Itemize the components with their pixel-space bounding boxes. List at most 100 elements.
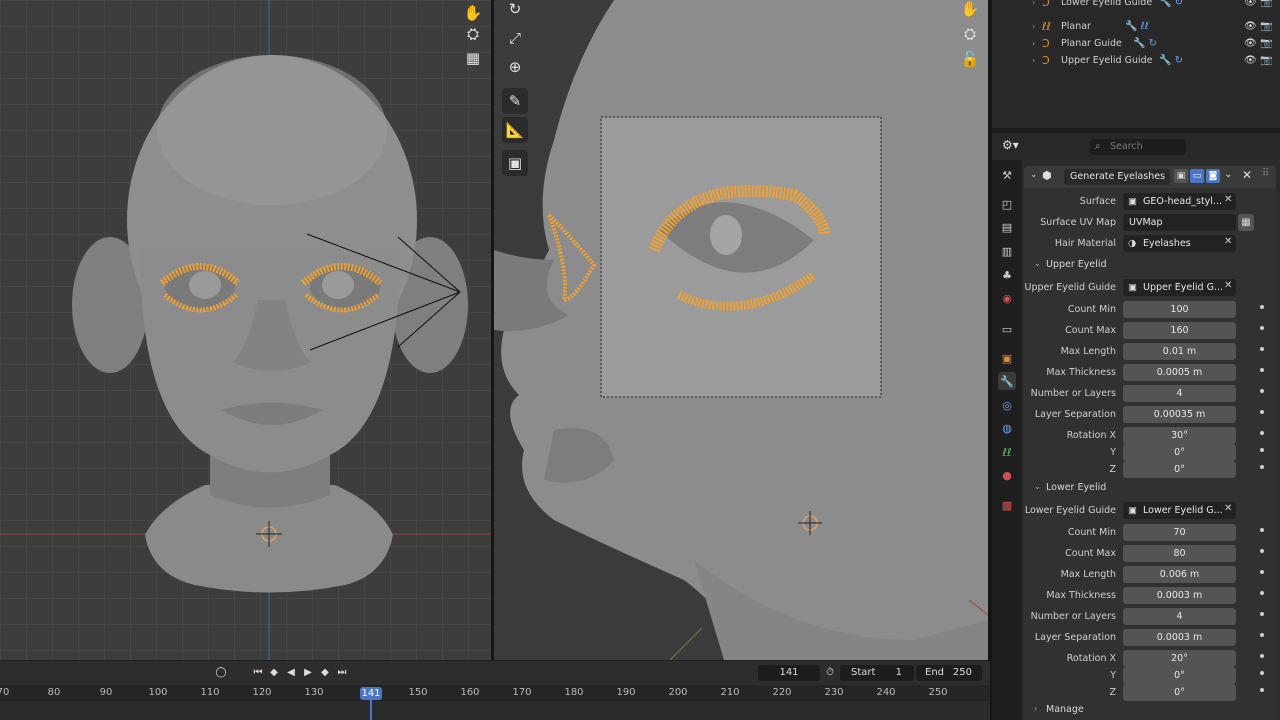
grid-view-icon[interactable]: ▦ bbox=[460, 45, 486, 71]
tool-tab-icon[interactable]: ⚒ bbox=[998, 166, 1016, 184]
scale-icon[interactable]: ⤢ bbox=[502, 25, 528, 51]
rotate-icon[interactable]: ↻ bbox=[502, 0, 528, 22]
property-value-field[interactable]: 100 bbox=[1123, 301, 1236, 318]
eye-icon[interactable]: 👁 bbox=[1244, 21, 1257, 32]
play-reverse-icon[interactable]: ◀ bbox=[283, 665, 299, 681]
property-value-field[interactable]: 0° bbox=[1123, 667, 1236, 684]
keyframe-dot-icon[interactable] bbox=[1260, 633, 1264, 637]
clear-icon[interactable]: ✕ bbox=[1224, 280, 1232, 291]
view-layer-tab-icon[interactable]: ▥ bbox=[998, 242, 1016, 260]
render-tab-icon[interactable]: ◰ bbox=[998, 195, 1016, 213]
physics-tab-icon[interactable]: ◍ bbox=[998, 419, 1016, 437]
modifier-tab-icon[interactable]: 🔧 bbox=[998, 372, 1016, 390]
drag-handle-icon[interactable]: ⠿ bbox=[1262, 168, 1269, 179]
property-value-field[interactable]: 0.0005 m bbox=[1123, 364, 1236, 381]
property-value-field[interactable]: 30° bbox=[1123, 427, 1236, 444]
render-camera-icon[interactable]: 📷 bbox=[1260, 21, 1272, 32]
eye-icon[interactable]: 👁 bbox=[1244, 0, 1257, 8]
edit-mode-toggle-icon[interactable]: ▣ bbox=[1174, 169, 1188, 183]
close-icon[interactable]: ✕ bbox=[1242, 168, 1252, 182]
hand-pan-icon[interactable]: ✋ bbox=[957, 0, 983, 22]
play-icon[interactable]: ▶ bbox=[300, 665, 316, 681]
collection-tab-icon[interactable]: ▭ bbox=[998, 320, 1016, 338]
lower-guide-field[interactable]: ▣ Lower Eyelid G... bbox=[1123, 502, 1236, 519]
eye-icon[interactable]: 👁 bbox=[1244, 55, 1257, 66]
keyframe-dot-icon[interactable] bbox=[1260, 570, 1264, 574]
outliner-item[interactable]: › Ↄ Planar Guide 🔧 ↻ 👁 📷 bbox=[992, 35, 1280, 52]
upper-guide-field[interactable]: ▣ Upper Eyelid G... bbox=[1123, 279, 1236, 296]
expand-icon[interactable]: › bbox=[1032, 0, 1035, 7]
keyframe-dot-icon[interactable] bbox=[1260, 389, 1264, 393]
properties-search-input[interactable]: ⌕ Search bbox=[1090, 139, 1186, 155]
expand-icon[interactable]: › bbox=[1032, 22, 1035, 31]
keyframe-dot-icon[interactable] bbox=[1260, 368, 1264, 372]
property-value-field[interactable]: 0.0003 m bbox=[1123, 629, 1236, 646]
keyframe-dot-icon[interactable] bbox=[1260, 448, 1264, 452]
keyframe-dot-icon[interactable] bbox=[1260, 347, 1264, 351]
start-frame-field[interactable]: Start 1 bbox=[840, 665, 914, 681]
dropdown-icon[interactable]: ⌄ bbox=[1224, 169, 1232, 180]
manage-section[interactable]: › Manage bbox=[1024, 699, 1276, 720]
world-tab-icon[interactable]: ◉ bbox=[998, 289, 1016, 307]
keyframe-dot-icon[interactable] bbox=[1260, 410, 1264, 414]
property-value-field[interactable]: 0.0003 m bbox=[1123, 587, 1236, 604]
particles-tab-icon[interactable]: ◎ bbox=[998, 396, 1016, 414]
surface-field[interactable]: ▣ GEO-head_styl... bbox=[1123, 193, 1236, 210]
property-value-field[interactable]: 4 bbox=[1123, 385, 1236, 402]
collapse-icon[interactable]: ⌄ bbox=[1030, 170, 1038, 180]
property-value-field[interactable]: 0.01 m bbox=[1123, 343, 1236, 360]
keyframe-dot-icon[interactable] bbox=[1260, 549, 1264, 553]
render-camera-icon[interactable]: 📷 bbox=[1260, 55, 1272, 66]
lower-eyelid-section[interactable]: ⌄ Lower Eyelid bbox=[1024, 477, 1276, 499]
jump-end-icon[interactable]: ⏭ bbox=[334, 665, 350, 681]
texture-tab-icon[interactable]: ▩ bbox=[998, 496, 1016, 514]
surface-uv-field[interactable]: UVMap bbox=[1123, 214, 1236, 231]
keyframe-dot-icon[interactable] bbox=[1260, 326, 1264, 330]
current-frame-field[interactable]: 141 bbox=[758, 665, 820, 681]
camera-view-icon[interactable]: ⛭ bbox=[957, 21, 983, 47]
property-value-field[interactable]: 0° bbox=[1123, 444, 1236, 461]
keyframe-dot-icon[interactable] bbox=[1260, 528, 1264, 532]
keyframe-dot-icon[interactable] bbox=[1260, 654, 1264, 658]
clear-icon[interactable]: ✕ bbox=[1224, 236, 1232, 247]
property-value-field[interactable]: 160 bbox=[1123, 322, 1236, 339]
upper-eyelid-section[interactable]: ⌄ Upper Eyelid bbox=[1024, 254, 1276, 276]
prev-keyframe-icon[interactable]: ◆ bbox=[266, 665, 282, 681]
outliner-item[interactable]: › Ↄ Upper Eyelid Guide 🔧 ↻ 👁 📷 bbox=[992, 52, 1280, 69]
property-value-field[interactable]: 80 bbox=[1123, 545, 1236, 562]
property-value-field[interactable]: 0.006 m bbox=[1123, 566, 1236, 583]
add-cube-icon[interactable]: ▣ bbox=[502, 150, 528, 176]
keyframe-dot-icon[interactable] bbox=[1260, 671, 1264, 675]
scene-tab-icon[interactable]: ♣ bbox=[998, 266, 1016, 284]
attribute-toggle-icon[interactable]: ▦ bbox=[1238, 214, 1254, 231]
render-toggle-icon[interactable]: ◙ bbox=[1206, 169, 1220, 183]
next-keyframe-icon[interactable]: ◆ bbox=[317, 665, 333, 681]
keyframe-dot-icon[interactable] bbox=[1260, 431, 1264, 435]
viewport-side[interactable]: ↻ ⤢ ⊕ ✎ 📐 ▣ ✋ ⛭ 🔓 bbox=[494, 0, 988, 660]
keyframe-dot-icon[interactable] bbox=[1260, 305, 1264, 309]
outliner-item[interactable]: › Ↄ Lower Eyelid Guide 🔧 ↻ 👁 📷 bbox=[992, 0, 1280, 11]
collapse-icon[interactable]: ⌄ bbox=[1034, 482, 1041, 491]
lock-icon[interactable]: 🔓 bbox=[957, 46, 983, 72]
object-tab-icon[interactable]: ▣ bbox=[998, 349, 1016, 367]
expand-icon[interactable]: › bbox=[1032, 39, 1035, 48]
eye-icon[interactable]: 👁 bbox=[1244, 38, 1257, 49]
annotate-icon[interactable]: ✎ bbox=[502, 88, 528, 114]
property-value-field[interactable]: 4 bbox=[1123, 608, 1236, 625]
keyframe-dot-icon[interactable] bbox=[1260, 612, 1264, 616]
hair-material-field[interactable]: ◑ Eyelashes bbox=[1123, 235, 1236, 252]
expand-icon[interactable]: › bbox=[1034, 704, 1037, 713]
camera-view-icon[interactable]: ⛭ bbox=[460, 21, 486, 47]
playhead-line[interactable] bbox=[370, 699, 372, 720]
expand-icon[interactable]: › bbox=[1032, 56, 1035, 65]
property-value-field[interactable]: 0° bbox=[1123, 461, 1236, 478]
editor-type-icon[interactable]: ⚙▾ bbox=[1002, 138, 1019, 152]
data-tab-icon[interactable]: ℓℓ bbox=[998, 443, 1016, 461]
property-value-field[interactable]: 20° bbox=[1123, 650, 1236, 667]
modifier-name-field[interactable]: Generate Eyelashes bbox=[1064, 169, 1170, 185]
frame-ruler[interactable]: 7080901001101201301411501601701801902002… bbox=[0, 685, 990, 701]
measure-icon[interactable]: 📐 bbox=[502, 117, 528, 143]
transform-icon[interactable]: ⊕ bbox=[502, 54, 528, 80]
stopwatch-icon[interactable]: ⏱ bbox=[822, 665, 838, 681]
keyframe-dot-icon[interactable] bbox=[1260, 465, 1264, 469]
